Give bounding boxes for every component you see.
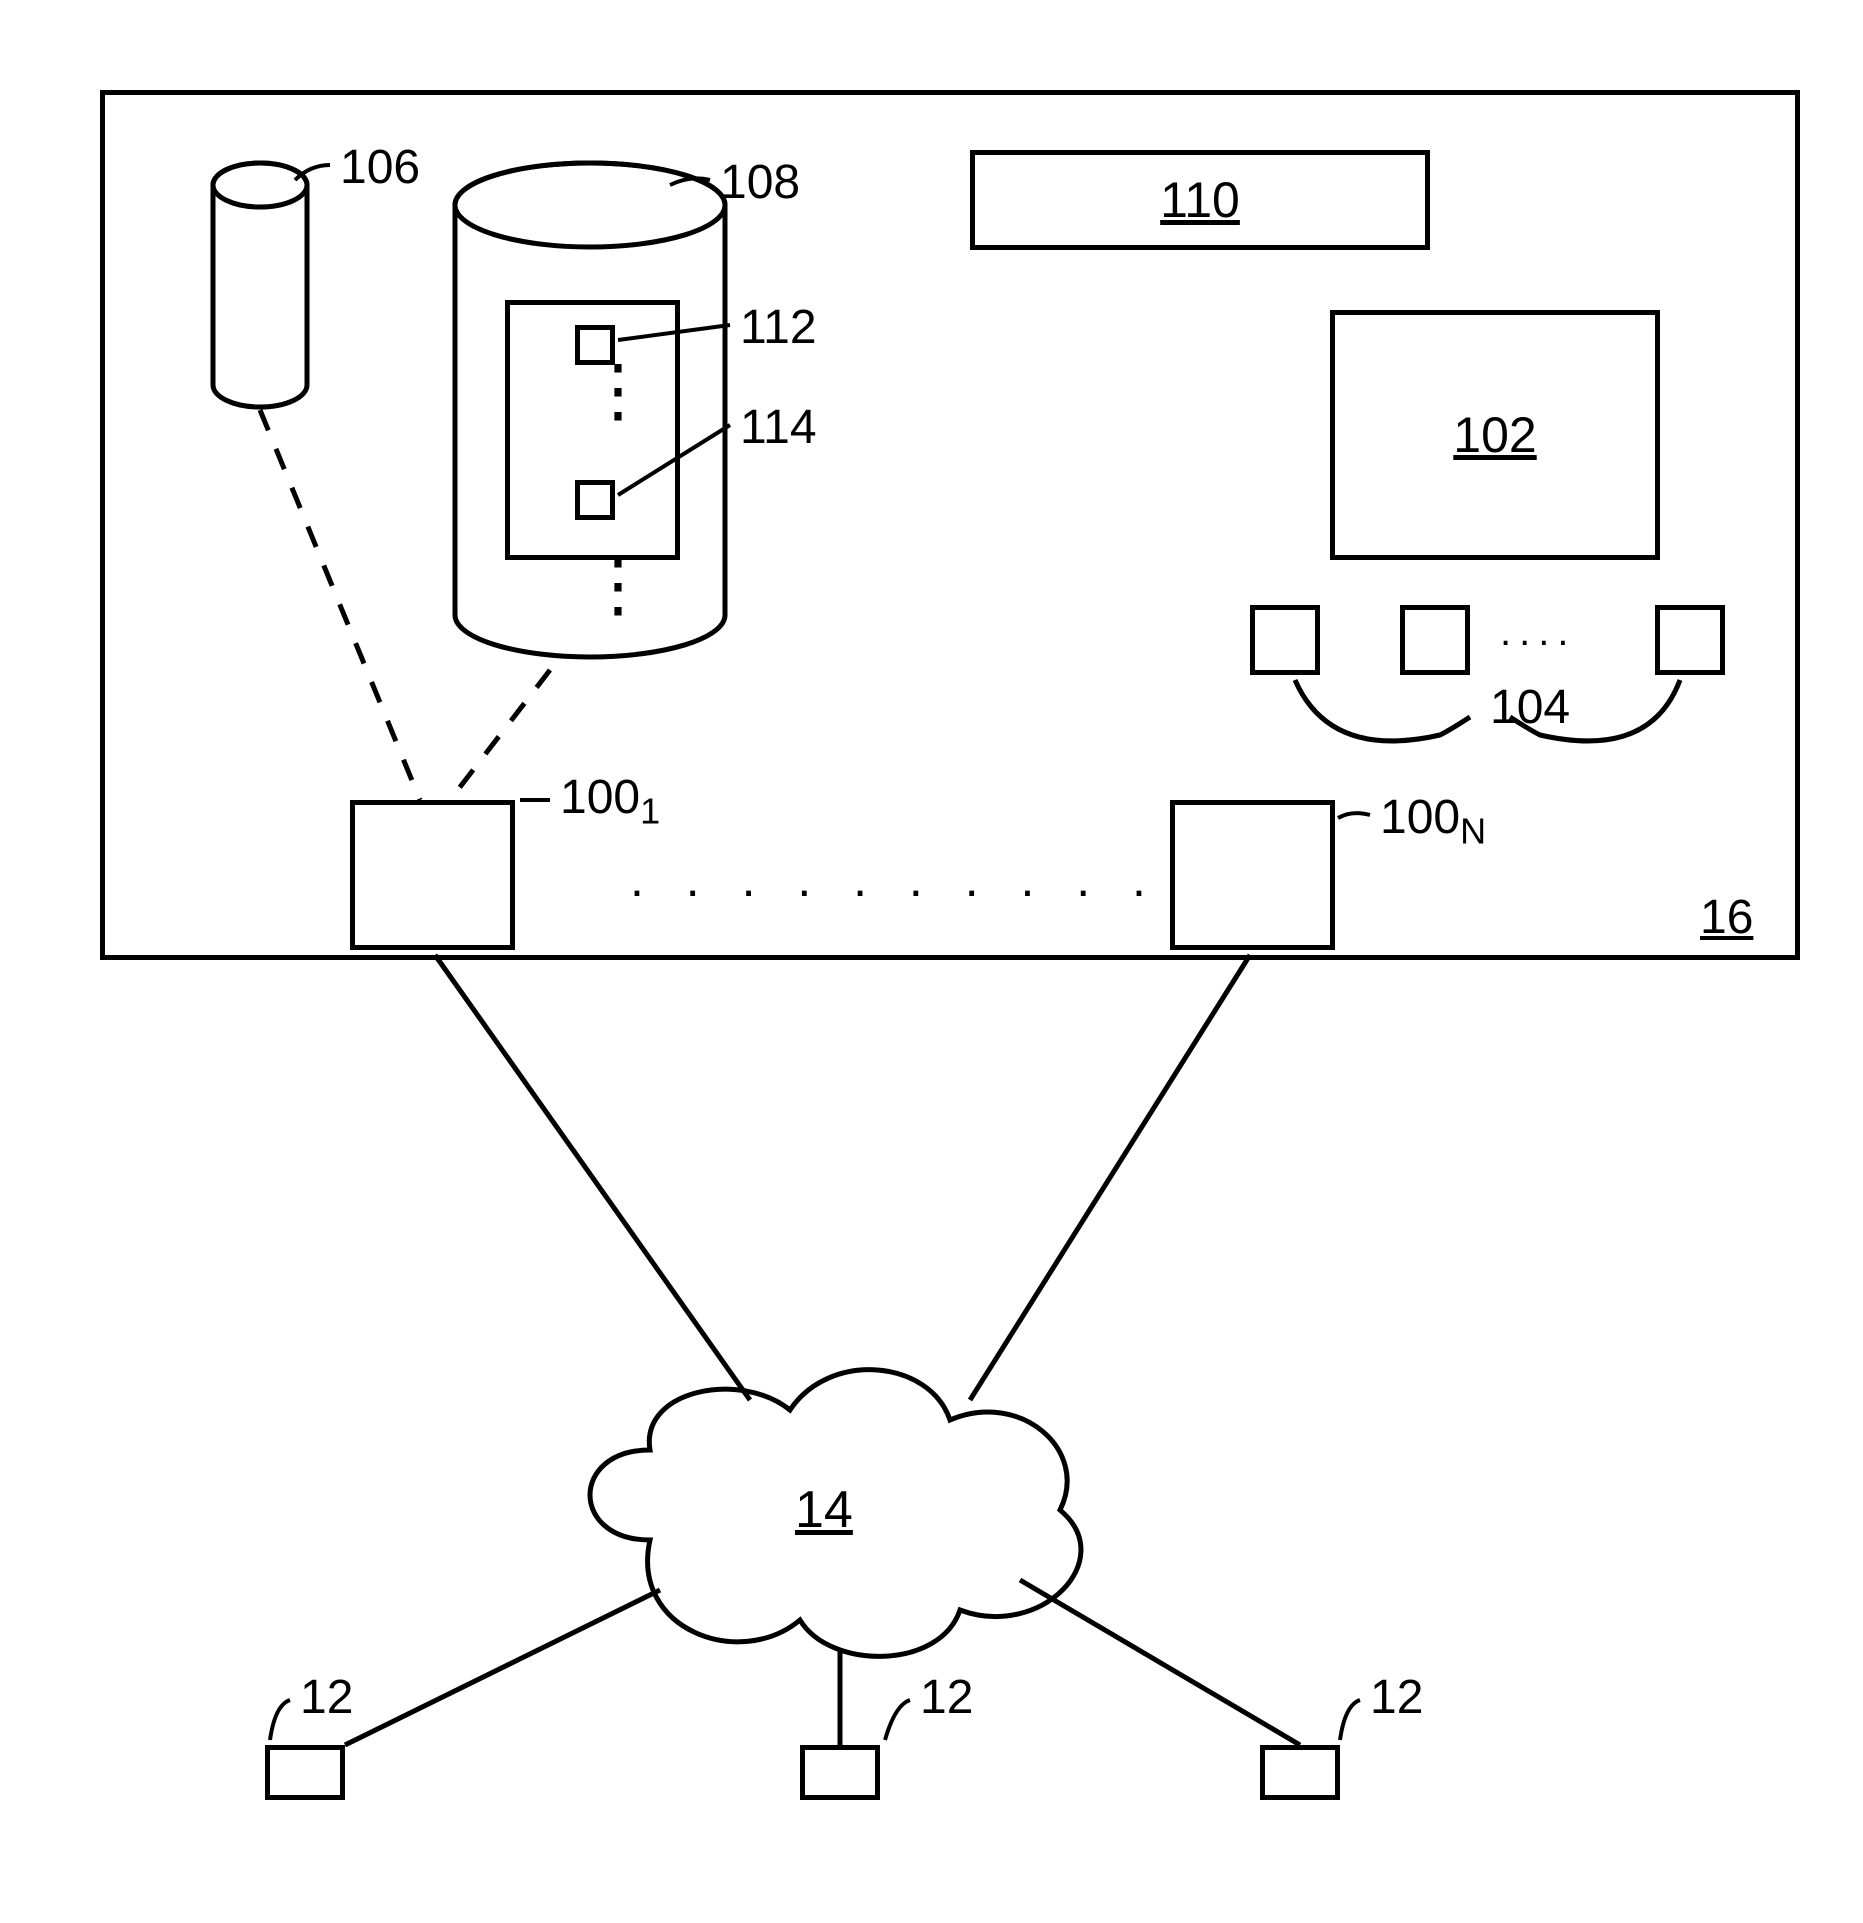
diagram-canvas: 110 102 106 108 112 114 104 1001 100N 16…	[0, 0, 1863, 1923]
label-100-1-sub: 1	[640, 791, 660, 832]
label-100-n: 100N	[1380, 790, 1486, 853]
label-100-n-sub: N	[1460, 811, 1486, 852]
label-110: 110	[1160, 171, 1240, 229]
client-12-a	[265, 1745, 345, 1800]
label-102: 102	[1453, 406, 1536, 464]
label-104: 104	[1490, 680, 1570, 735]
client-12-b	[800, 1745, 880, 1800]
label-12-a: 12	[300, 1670, 353, 1725]
unit-104-a	[1250, 605, 1320, 675]
dots-db-below: ⋮	[583, 570, 648, 600]
label-100-1: 1001	[560, 770, 660, 833]
unit-104-b	[1400, 605, 1470, 675]
unit-104-c	[1655, 605, 1725, 675]
label-14: 14	[795, 1480, 853, 1540]
label-114: 114	[740, 400, 817, 455]
server-100-n	[1170, 800, 1335, 950]
component-102: 102	[1330, 310, 1660, 560]
client-12-c	[1260, 1745, 1340, 1800]
label-106able: 106	[340, 140, 420, 195]
label-12-b: 12	[920, 1670, 973, 1725]
record-114	[575, 480, 615, 520]
label-12-c: 12	[1370, 1670, 1423, 1725]
component-110: 110	[970, 150, 1430, 250]
database-106	[210, 160, 310, 410]
server-100-1	[350, 800, 515, 950]
dots-104: ....	[1500, 610, 1576, 655]
label-112: 112	[740, 300, 817, 355]
label-100-n-prefix: 100	[1380, 791, 1460, 844]
dots-100: . . . . . . . . . .	[630, 850, 1160, 908]
label-16: 16	[1700, 890, 1753, 945]
label-100-1-prefix: 100	[560, 771, 640, 824]
dots-inner-sq: ⋮	[583, 375, 648, 405]
label-108: 108	[720, 155, 800, 210]
